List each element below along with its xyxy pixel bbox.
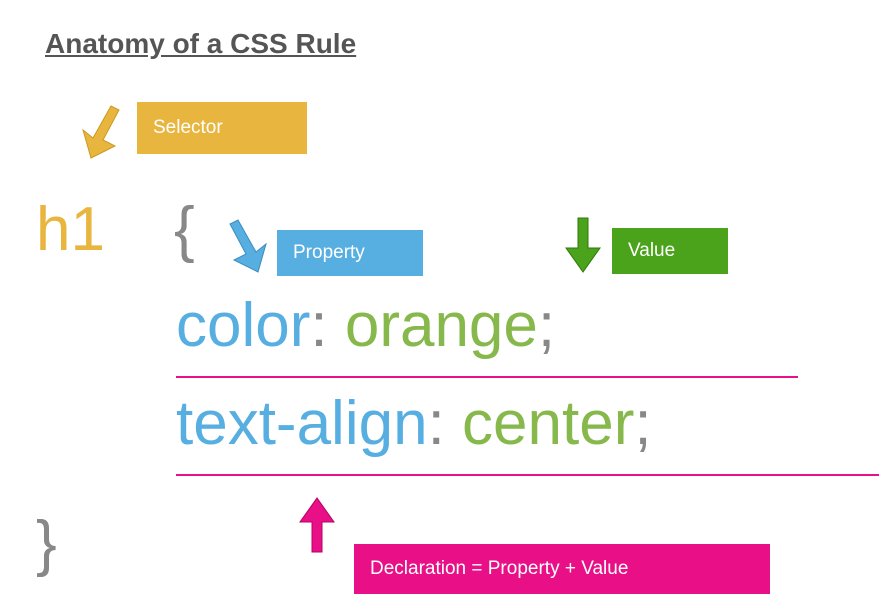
code-value-1: orange [345,291,538,360]
arrow-property-icon [226,214,278,278]
code-selector: h1 [36,194,105,265]
label-value: Value [612,228,728,274]
label-property: Property [277,230,423,276]
declaration-underline-1 [176,376,798,378]
label-selector: Selector [137,102,307,154]
code-colon-2: : [428,389,462,458]
code-semi-1: ; [538,291,555,360]
code-value-2: center [462,389,634,458]
label-declaration: Declaration = Property + Value [354,544,770,594]
code-declaration-1: color: orange; [176,290,555,361]
declaration-underline-2 [176,474,879,476]
code-property-2: text-align [176,389,428,458]
code-brace-close: } [36,508,57,579]
arrow-value-icon [562,214,606,276]
code-property-1: color [176,291,310,360]
arrow-selector-icon [71,100,125,164]
code-brace-open: { [174,194,195,265]
code-semi-2: ; [634,389,651,458]
diagram-title: Anatomy of a CSS Rule [45,28,356,60]
arrow-declaration-icon [296,494,340,556]
code-colon-1: : [310,291,344,360]
code-declaration-2: text-align: center; [176,388,652,459]
